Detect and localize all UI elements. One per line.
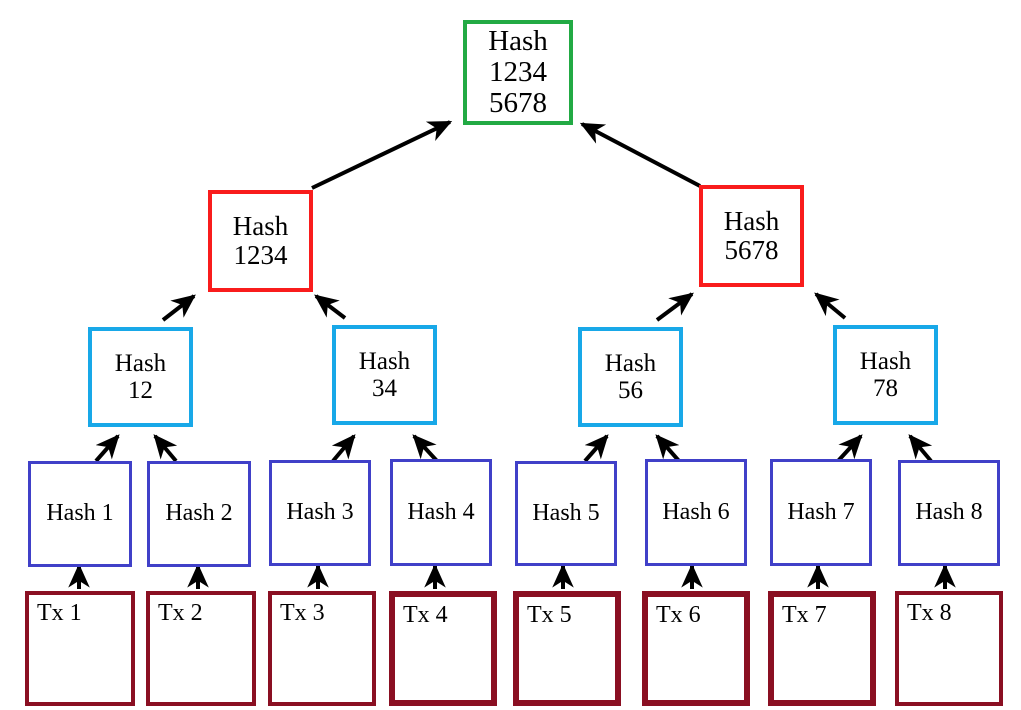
node-root-line-2: 1234	[489, 55, 547, 88]
arrow-hash5678-to-root	[579, 122, 701, 188]
arrow-hash5-to-hash56	[583, 434, 609, 463]
node-hash-2-label: Hash 2	[165, 500, 233, 527]
arrow-hash1234-to-root	[311, 120, 453, 190]
node-tx-5[interactable]: Tx 5	[513, 591, 621, 706]
node-hash-78-line-2: 78	[873, 375, 898, 402]
node-hash-1234-line-1: Hash	[232, 210, 289, 241]
node-hash-2[interactable]: Hash 2	[147, 461, 251, 567]
node-hash-4-label: Hash 4	[407, 498, 475, 525]
node-hash-78[interactable]: Hash 78	[833, 325, 938, 425]
node-hash-6-label: Hash 6	[662, 498, 730, 525]
node-root-hash[interactable]: Hash 1234 5678	[463, 20, 573, 125]
arrow-hash12-to-hash1234	[161, 294, 196, 322]
node-hash-34-line-1: Hash	[358, 348, 411, 375]
node-hash-5678[interactable]: Hash 5678	[699, 185, 804, 287]
arrow-hash1-to-hash12	[94, 434, 120, 463]
node-hash-5678-line-2: 5678	[724, 235, 779, 265]
node-hash-1-label: Hash 1	[46, 500, 114, 527]
arrow-hash7-to-hash78	[836, 434, 863, 463]
node-hash-5678-line-1: Hash	[723, 205, 780, 236]
merkle-tree-diagram: Hash 1234 5678 Hash 1234 Hash 5678 Hash …	[0, 0, 1021, 710]
arrow-hash34-to-hash1234	[314, 294, 347, 320]
node-root-line-3: 5678	[489, 87, 547, 120]
node-root-line-1: Hash	[488, 24, 548, 57]
node-hash-78-line-1: Hash	[859, 348, 912, 375]
node-tx-4-label: Tx 4	[403, 602, 448, 628]
node-tx-4[interactable]: Tx 4	[389, 591, 497, 706]
node-hash-12[interactable]: Hash 12	[88, 327, 193, 427]
node-tx-6[interactable]: Tx 6	[642, 591, 750, 706]
node-hash-5-label: Hash 5	[532, 499, 600, 526]
arrow-hash2-to-hash12	[153, 434, 178, 463]
arrow-hash78-to-hash5678	[814, 292, 847, 320]
node-hash-7-label: Hash 7	[787, 498, 855, 525]
node-hash-12-line-2: 12	[128, 377, 153, 404]
arrow-hash4-to-hash34	[412, 434, 439, 463]
node-tx-7-label: Tx 7	[782, 602, 827, 628]
node-hash-12-line-1: Hash	[114, 350, 167, 377]
node-hash-56-line-2: 56	[618, 377, 643, 404]
node-hash-7[interactable]: Hash 7	[770, 459, 872, 566]
node-hash-4[interactable]: Hash 4	[390, 459, 492, 566]
node-hash-8[interactable]: Hash 8	[898, 460, 1000, 566]
node-hash-3[interactable]: Hash 3	[269, 460, 371, 566]
node-hash-8-label: Hash 8	[915, 499, 983, 526]
node-tx-7[interactable]: Tx 7	[768, 591, 876, 706]
node-hash-34-line-2: 34	[372, 375, 397, 402]
node-tx-1[interactable]: Tx 1	[25, 591, 135, 706]
node-hash-5[interactable]: Hash 5	[515, 461, 617, 566]
node-tx-6-label: Tx 6	[656, 602, 701, 628]
node-hash-56[interactable]: Hash 56	[578, 327, 683, 427]
node-hash-1234[interactable]: Hash 1234	[208, 190, 313, 292]
node-hash-1234-line-2: 1234	[233, 240, 288, 270]
node-tx-8[interactable]: Tx 8	[895, 591, 1003, 706]
node-tx-3[interactable]: Tx 3	[268, 591, 376, 706]
arrow-hash56-to-hash5678	[655, 292, 694, 322]
node-hash-3-label: Hash 3	[286, 499, 354, 526]
node-tx-1-label: Tx 1	[37, 600, 82, 626]
arrow-hash3-to-hash34	[331, 434, 356, 463]
arrow-hash8-to-hash78	[908, 434, 933, 463]
node-hash-56-line-1: Hash	[604, 350, 657, 377]
node-tx-3-label: Tx 3	[280, 600, 325, 626]
node-tx-2-label: Tx 2	[158, 600, 203, 626]
node-hash-1[interactable]: Hash 1	[28, 461, 132, 567]
node-hash-34[interactable]: Hash 34	[332, 325, 437, 425]
node-tx-2[interactable]: Tx 2	[146, 591, 256, 706]
node-tx-8-label: Tx 8	[907, 600, 952, 626]
arrow-hash6-to-hash56	[655, 434, 681, 463]
node-tx-5-label: Tx 5	[527, 602, 572, 628]
node-hash-6[interactable]: Hash 6	[645, 459, 747, 566]
